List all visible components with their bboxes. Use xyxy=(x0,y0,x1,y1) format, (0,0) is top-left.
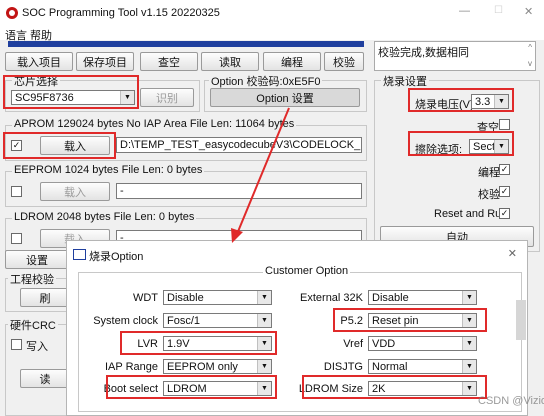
annotation-arrow xyxy=(231,107,290,243)
watermark-text: CSDN @Vizio xyxy=(478,395,544,407)
